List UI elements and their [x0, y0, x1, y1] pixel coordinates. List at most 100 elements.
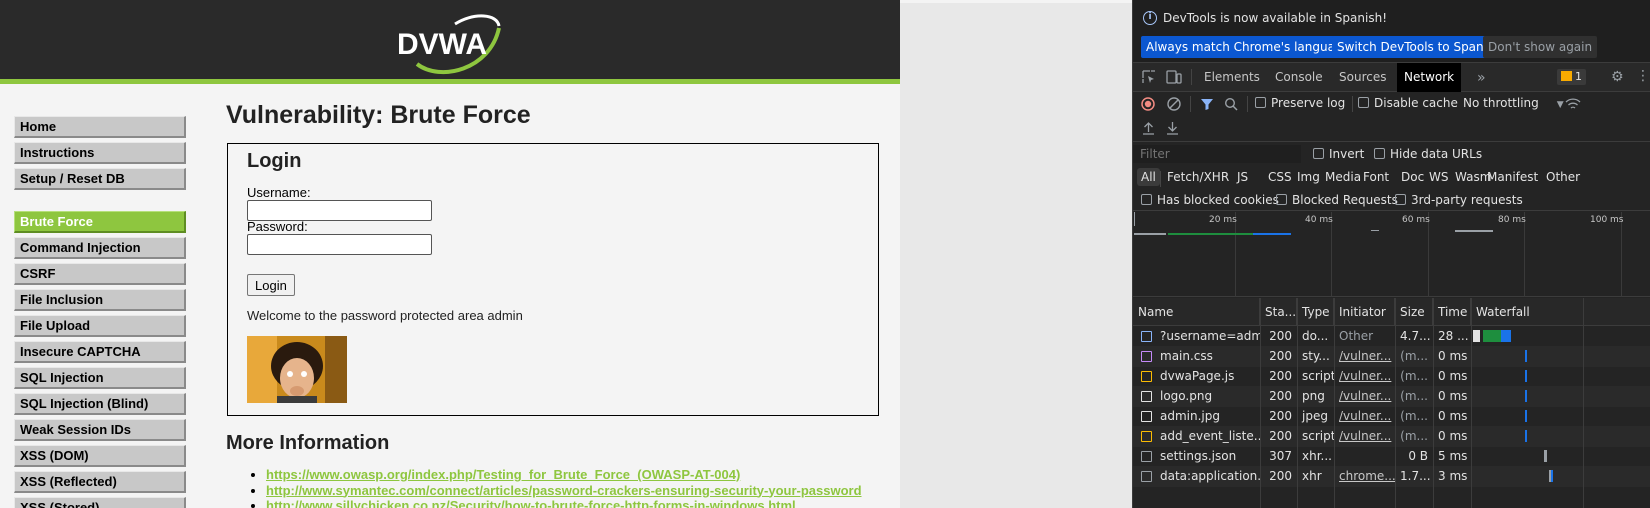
- clear-icon[interactable]: [1167, 97, 1181, 111]
- xhr-icon: [1141, 451, 1152, 462]
- settings-gear-icon[interactable]: ⚙: [1611, 70, 1624, 84]
- login-heading: Login: [247, 150, 302, 172]
- tab-sources[interactable]: Sources: [1332, 63, 1393, 92]
- request-initiator[interactable]: /vulner...: [1334, 426, 1395, 447]
- menu-item-insecure-captcha[interactable]: Insecure CAPTCHA: [14, 341, 186, 363]
- inspect-element-icon[interactable]: [1142, 70, 1156, 84]
- menu-item-csrf[interactable]: CSRF: [14, 263, 186, 285]
- filter-type-all[interactable]: All: [1137, 168, 1160, 186]
- blocked-requests-checkbox[interactable]: Blocked Requests: [1276, 193, 1398, 207]
- request-name: main.css: [1160, 349, 1213, 363]
- menu-item-setup-reset-db[interactable]: Setup / Reset DB: [14, 168, 186, 190]
- menu-item-xss-reflected[interactable]: XSS (Reflected): [14, 471, 186, 493]
- filter-input[interactable]: [1133, 145, 1301, 163]
- request-size: (m...: [1400, 409, 1428, 423]
- column-header-status[interactable]: Sta...: [1260, 298, 1297, 326]
- disable-cache-checkbox[interactable]: Disable cache: [1358, 96, 1458, 110]
- table-row[interactable]: dvwaPage.js 200 script/vulner... (m... 0 ms: [1133, 366, 1650, 387]
- request-initiator: Other: [1339, 329, 1374, 343]
- dont-show-again-button[interactable]: Don't show again: [1483, 36, 1598, 58]
- timeline-overview[interactable]: 20 ms 40 ms 60 ms 80 ms 100 ms: [1133, 212, 1650, 297]
- tab-elements[interactable]: Elements: [1197, 63, 1267, 92]
- request-type: xhr...: [1302, 449, 1332, 463]
- blocked-requests-label: Blocked Requests: [1292, 193, 1398, 207]
- request-initiator[interactable]: /vulner...: [1334, 346, 1395, 367]
- dvwa-page: DVWA Home Instructions Setup / Reset DB Bru…: [0, 0, 900, 508]
- table-row[interactable]: logo.png 200 png/vulner... (m... 0 ms: [1133, 386, 1650, 407]
- login-button[interactable]: Login: [247, 274, 295, 296]
- third-party-requests-checkbox[interactable]: 3rd-party requests: [1395, 193, 1523, 207]
- table-row[interactable]: main.css 200 sty... /vulner... (m... 0 ms: [1133, 346, 1650, 367]
- issues-badge[interactable]: 1: [1557, 69, 1586, 85]
- menu-item-brute-force[interactable]: Brute Force: [14, 211, 186, 233]
- filter-icon[interactable]: [1200, 97, 1214, 111]
- tab-console[interactable]: Console: [1268, 63, 1330, 92]
- request-time: 28 ...: [1438, 329, 1469, 343]
- network-conditions-icon[interactable]: [1565, 97, 1581, 111]
- more-tabs-icon[interactable]: »: [1477, 71, 1486, 85]
- column-header-type[interactable]: Type: [1297, 298, 1334, 326]
- tab-network[interactable]: Network: [1397, 63, 1462, 92]
- invert-checkbox[interactable]: Invert: [1313, 147, 1364, 161]
- column-header-size[interactable]: Size: [1395, 298, 1433, 326]
- column-header-time[interactable]: Time: [1433, 298, 1471, 326]
- column-header-waterfall[interactable]: Waterfall: [1471, 298, 1650, 326]
- menu-item-weak-session-ids[interactable]: Weak Session IDs: [14, 419, 186, 441]
- request-initiator[interactable]: /vulner...: [1334, 406, 1395, 427]
- menu-item-file-inclusion[interactable]: File Inclusion: [14, 289, 186, 311]
- filter-type-css[interactable]: CSS: [1264, 168, 1296, 186]
- menu-item-home[interactable]: Home: [14, 116, 186, 138]
- has-blocked-cookies-checkbox[interactable]: Has blocked cookies: [1141, 193, 1279, 207]
- column-divider: [1334, 298, 1335, 508]
- filter-type-font[interactable]: Font: [1359, 168, 1393, 186]
- export-har-icon[interactable]: [1166, 121, 1179, 135]
- filter-type-ws[interactable]: WS: [1425, 168, 1452, 186]
- search-icon[interactable]: [1224, 97, 1238, 111]
- column-header-name[interactable]: Name: [1133, 298, 1260, 326]
- column-divider: [1297, 298, 1298, 508]
- table-row[interactable]: add_event_liste... 200 script/vulner... (m.…: [1133, 426, 1650, 447]
- timeline-label: 100 ms: [1590, 215, 1624, 225]
- waterfall-bar: [1525, 370, 1527, 382]
- more-info-link[interactable]: http://www.sillychicken.co.nz/Security/h…: [266, 498, 796, 508]
- always-match-language-button[interactable]: Always match Chrome's language: [1141, 36, 1355, 58]
- request-initiator[interactable]: /vulner...: [1334, 386, 1395, 407]
- throttling-select[interactable]: No throttling ▼: [1463, 96, 1564, 110]
- request-initiator[interactable]: /vulner...: [1334, 366, 1395, 387]
- password-input[interactable]: [247, 234, 432, 255]
- column-header-initiator[interactable]: Initiator: [1334, 298, 1395, 326]
- filter-type-js[interactable]: JS: [1233, 168, 1252, 186]
- table-row[interactable]: ?username=adm... 200 do... Other 4.7... 28 ..…: [1133, 326, 1650, 347]
- table-row[interactable]: admin.jpg 200 jpeg/vulner... (m... 0 ms: [1133, 406, 1650, 427]
- table-row[interactable]: settings.json 307 xhr... 0 B 5 ms: [1133, 446, 1650, 467]
- menu-item-xss-stored[interactable]: XSS (Stored): [14, 497, 186, 508]
- column-divider: [1395, 298, 1396, 508]
- checkbox-box: [1141, 194, 1152, 205]
- import-har-icon[interactable]: [1142, 121, 1155, 135]
- more-info-link[interactable]: http://www.symantec.com/connect/articles…: [266, 483, 862, 498]
- request-initiator[interactable]: chrome...: [1334, 466, 1395, 487]
- filter-type-doc[interactable]: Doc: [1397, 168, 1428, 186]
- filter-type-img[interactable]: Img: [1293, 168, 1324, 186]
- menu-item-instructions[interactable]: Instructions: [14, 142, 186, 164]
- menu-item-sql-injection[interactable]: SQL Injection: [14, 367, 186, 389]
- filter-type-manifest[interactable]: Manifest: [1483, 168, 1542, 186]
- more-options-icon[interactable]: ⋮: [1636, 69, 1650, 83]
- filter-type-fetch-xhr[interactable]: Fetch/XHR: [1163, 168, 1233, 186]
- throttling-value: No throttling: [1463, 96, 1539, 110]
- menu-item-sql-injection-blind[interactable]: SQL Injection (Blind): [14, 393, 186, 415]
- column-divider: [1583, 298, 1584, 508]
- menu-item-file-upload[interactable]: File Upload: [14, 315, 186, 337]
- record-stop-icon[interactable]: [1141, 97, 1155, 111]
- filter-bar: Invert Hide data URLs: [1133, 143, 1650, 165]
- hide-data-urls-checkbox[interactable]: Hide data URLs: [1374, 147, 1482, 161]
- device-toolbar-icon[interactable]: [1166, 70, 1182, 84]
- table-row[interactable]: data:application... 200 xhr chrome... 1.7...…: [1133, 466, 1650, 487]
- filter-type-other[interactable]: Other: [1542, 168, 1584, 186]
- preserve-log-checkbox[interactable]: Preserve log: [1255, 96, 1345, 110]
- menu-item-xss-dom[interactable]: XSS (DOM): [14, 445, 186, 467]
- menu-item-command-injection[interactable]: Command Injection: [14, 237, 186, 259]
- more-info-link[interactable]: https://www.owasp.org/index.php/Testing_…: [266, 467, 740, 482]
- switch-to-spanish-button[interactable]: Switch DevTools to Spanish: [1332, 36, 1506, 58]
- username-input[interactable]: [247, 200, 432, 221]
